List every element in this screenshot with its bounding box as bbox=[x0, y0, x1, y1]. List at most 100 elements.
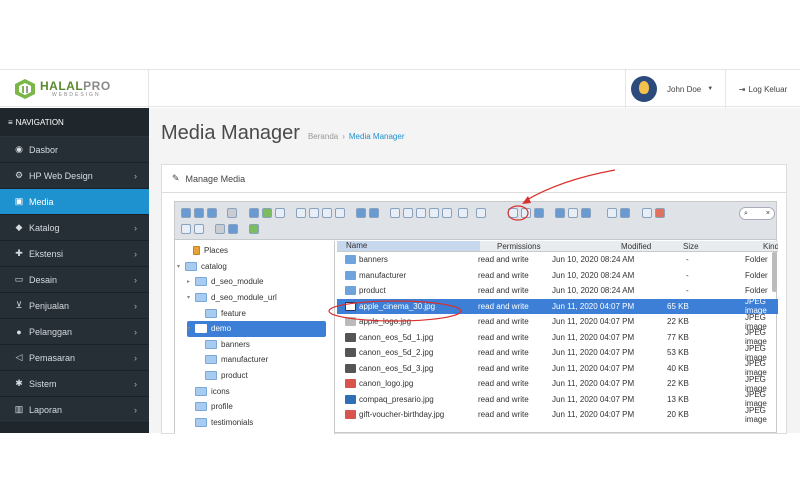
file-row[interactable]: banners read and write Jun 10, 2020 08:24 … bbox=[337, 252, 778, 268]
file-row[interactable]: canon_eos_5d_1.jpg read and write Jun 11, … bbox=[337, 328, 778, 346]
brand-logo[interactable]: HALALPRO WEBDESIGN bbox=[0, 70, 149, 108]
up-icon[interactable] bbox=[207, 208, 217, 218]
download-icon[interactable] bbox=[309, 208, 319, 218]
column-size[interactable]: Size bbox=[683, 242, 699, 251]
tree-item-profile[interactable]: profile bbox=[187, 399, 325, 415]
list-view-icon[interactable] bbox=[568, 208, 578, 218]
file-name: apple_cinema_30.jpg bbox=[359, 301, 436, 311]
tree-item-demo[interactable]: ▾ demo bbox=[187, 321, 326, 337]
tree-item-testimonials[interactable]: testimonials bbox=[187, 415, 325, 431]
tree-item-icons[interactable]: icons bbox=[187, 383, 325, 399]
file-row[interactable]: canon_logo.jpg read and write Jun 11, 2020… bbox=[337, 375, 778, 393]
tree-item-manufacturer[interactable]: manufacturer bbox=[197, 352, 325, 368]
expand-arrow-icon[interactable]: ▸ bbox=[187, 278, 195, 285]
expand-arrow-icon[interactable]: ▾ bbox=[187, 325, 195, 332]
image-file-icon bbox=[345, 363, 356, 373]
archive-icon[interactable] bbox=[534, 208, 544, 218]
sidebar-item-pemasaran[interactable]: ◁ Pemasaran › bbox=[0, 345, 149, 371]
image-file-icon bbox=[345, 348, 356, 358]
expand-arrow-icon[interactable]: ▾ bbox=[177, 263, 185, 270]
expand-icon[interactable] bbox=[249, 224, 259, 234]
file-row[interactable]: canon_eos_5d_2.jpg read and write Jun 11, … bbox=[337, 344, 778, 362]
sidebar-item-pelanggan[interactable]: ● Pelanggan › bbox=[0, 319, 149, 345]
resize-icon[interactable] bbox=[508, 208, 518, 218]
tree-item-d-seo-module-url[interactable]: ▾ d_seo_module_url bbox=[187, 290, 325, 306]
sidebar-item-ekstensi[interactable]: ✚ Ekstensi › bbox=[0, 241, 149, 267]
icons-view-icon[interactable] bbox=[555, 208, 565, 218]
file-size: 20 KB bbox=[667, 410, 689, 420]
open-icon[interactable] bbox=[296, 208, 306, 218]
breadcrumb-current[interactable]: Media Manager bbox=[349, 132, 405, 141]
sidebar-item-media[interactable]: ▣ Media bbox=[0, 189, 149, 215]
cut-icon[interactable] bbox=[403, 208, 413, 218]
save-icon[interactable] bbox=[275, 208, 285, 218]
sidebar-item-hp-web-design[interactable]: ⚙ HP Web Design › bbox=[0, 163, 149, 189]
user-icon: ● bbox=[16, 326, 22, 337]
search-clear-icon[interactable]: × bbox=[766, 210, 770, 217]
breadcrumb-home[interactable]: Beranda bbox=[308, 132, 338, 141]
share-file-icon[interactable] bbox=[215, 224, 225, 234]
upload-icon[interactable] bbox=[322, 208, 332, 218]
new-folder-icon[interactable] bbox=[262, 208, 272, 218]
help-icon[interactable] bbox=[620, 208, 630, 218]
file-list: Name Permissions Modified Size Kind bann… bbox=[337, 241, 778, 434]
scrollbar[interactable] bbox=[772, 252, 777, 292]
file-row[interactable]: canon_eos_5d_3.jpg read and write Jun 11, … bbox=[337, 359, 778, 377]
column-permissions[interactable]: Permissions bbox=[497, 242, 541, 251]
expand-arrow-icon[interactable]: ▾ bbox=[187, 294, 195, 301]
paste-icon[interactable] bbox=[416, 208, 426, 218]
tree-item-banners[interactable]: banners bbox=[197, 337, 325, 353]
forward-icon[interactable] bbox=[194, 208, 204, 218]
file-row[interactable]: compaq_presario.jpg read and write Jun 11,… bbox=[337, 390, 778, 408]
copy-icon[interactable] bbox=[390, 208, 400, 218]
sidebar-item-sistem[interactable]: ✱ Sistem › bbox=[0, 371, 149, 397]
sidebar-item-katalog[interactable]: ◆ Katalog › bbox=[0, 215, 149, 241]
home-icon[interactable] bbox=[227, 208, 237, 218]
sidebar-item-label: Ekstensi bbox=[29, 248, 64, 259]
sidebar-item-laporan[interactable]: ▥ Laporan › bbox=[0, 397, 149, 423]
settings-icon[interactable] bbox=[655, 208, 665, 218]
back-icon[interactable] bbox=[181, 208, 191, 218]
thumbnails-icon[interactable] bbox=[181, 224, 191, 234]
preview-icon[interactable] bbox=[476, 208, 486, 218]
rename-icon[interactable] bbox=[442, 208, 452, 218]
logout-button[interactable]: ⇥ Log Keluar bbox=[725, 70, 800, 108]
sidebar-item-label: Sistem bbox=[29, 378, 57, 389]
file-row[interactable]: apple_logo.jpg read and write Jun 11, 2020… bbox=[337, 313, 778, 331]
sort-icon[interactable] bbox=[581, 208, 591, 218]
sidebar-item-penjualan[interactable]: ⊻ Penjualan › bbox=[0, 293, 149, 319]
fullscreen-icon[interactable] bbox=[642, 208, 652, 218]
redo-icon[interactable] bbox=[369, 208, 379, 218]
column-name[interactable]: Name bbox=[337, 241, 480, 251]
tree-item-product[interactable]: product bbox=[197, 368, 325, 384]
duplicate-icon[interactable] bbox=[429, 208, 439, 218]
tree-item-feature[interactable]: feature bbox=[197, 305, 325, 321]
column-modified[interactable]: Modified bbox=[621, 242, 651, 251]
file-permissions: read and write bbox=[478, 270, 529, 280]
help-book-icon[interactable] bbox=[228, 224, 238, 234]
extract-icon[interactable] bbox=[521, 208, 531, 218]
search-files-icon[interactable] bbox=[194, 224, 204, 234]
file-row[interactable]: product read and write Jun 10, 2020 08:24 … bbox=[337, 283, 778, 299]
edit-icon[interactable] bbox=[458, 208, 468, 218]
cart-icon: ⊻ bbox=[15, 300, 23, 310]
undo-icon[interactable] bbox=[356, 208, 366, 218]
search-input[interactable]: ⌕ × bbox=[739, 207, 775, 220]
tree-item-catalog[interactable]: ▾ catalog bbox=[177, 259, 325, 275]
column-kind[interactable]: Kind bbox=[763, 242, 778, 251]
sidebar-item-desain[interactable]: ▭ Desain › bbox=[0, 267, 149, 293]
folder-icon bbox=[195, 386, 207, 396]
sidebar-item-dasbor[interactable]: ◉ Dasbor bbox=[0, 137, 149, 163]
reload-icon[interactable] bbox=[249, 208, 259, 218]
file-row[interactable]: manufacturer read and write Jun 10, 2020 0… bbox=[337, 268, 778, 284]
select-icon[interactable] bbox=[335, 208, 345, 218]
info-icon[interactable] bbox=[607, 208, 617, 218]
sidebar-item-label: HP Web Design bbox=[29, 170, 93, 181]
file-row[interactable]: gift-voucher-birthday.jpg read and write J… bbox=[337, 406, 778, 424]
file-row[interactable]: apple_cinema_30.jpg read and write Jun 11,… bbox=[337, 297, 778, 315]
user-menu[interactable]: John Doe ▼ bbox=[625, 70, 725, 108]
tree-item-d-seo-module[interactable]: ▸ d_seo_module bbox=[187, 274, 325, 290]
tree-item-Places[interactable]: Places bbox=[185, 243, 325, 259]
folder-icon bbox=[195, 324, 207, 334]
file-size: 65 KB bbox=[667, 301, 689, 311]
